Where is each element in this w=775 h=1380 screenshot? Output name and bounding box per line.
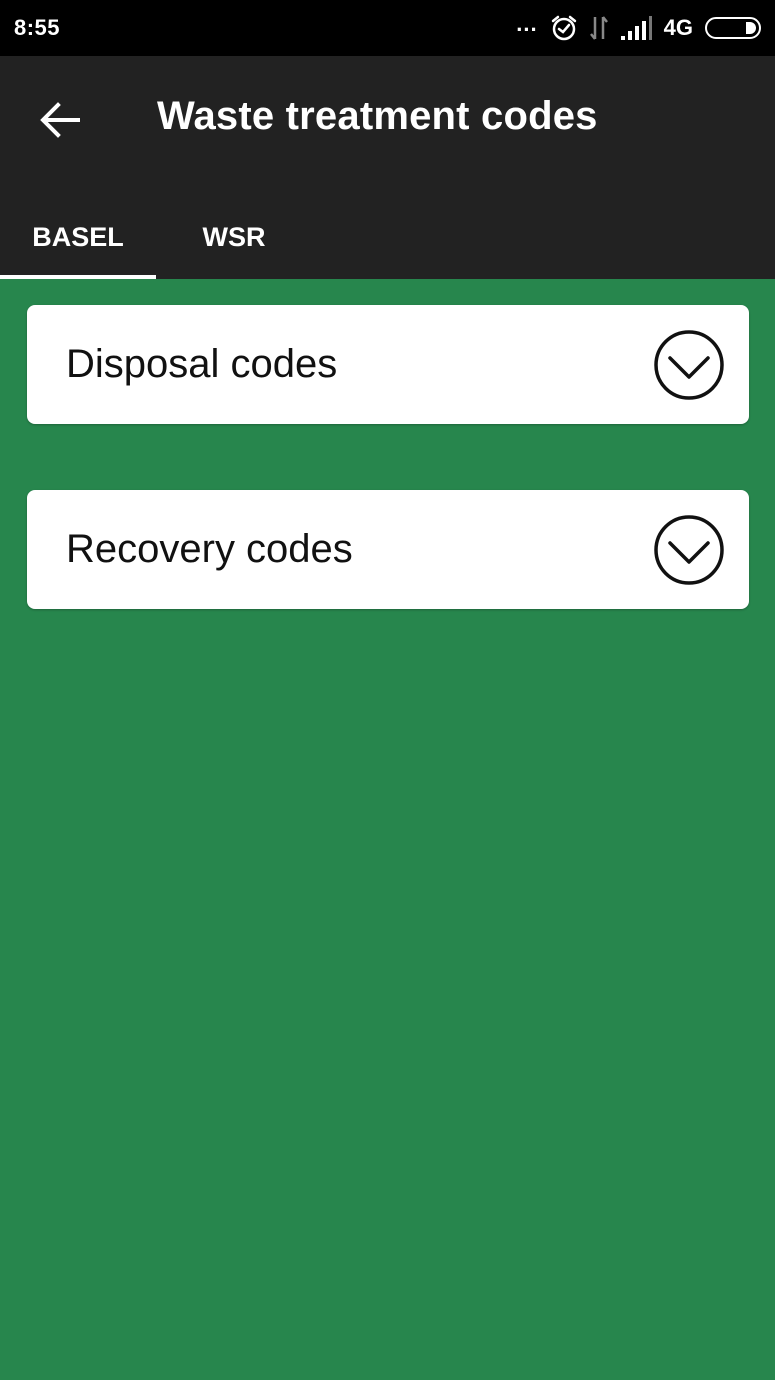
back-button[interactable] (36, 96, 84, 144)
status-time: 8:55 (14, 15, 61, 40)
arrow-left-icon (40, 102, 80, 138)
chevron-down-circle-icon[interactable] (653, 329, 725, 401)
recovery-codes-section[interactable]: Recovery codes (27, 490, 749, 609)
tab-basel-label: BASEL (32, 222, 124, 252)
tab-bar: BASEL WSR (0, 196, 775, 279)
chevron-down-circle-icon[interactable] (653, 514, 725, 586)
tab-wsr-label: WSR (202, 222, 266, 252)
page-title: Waste treatment codes (157, 94, 598, 138)
data-transfer-icon (589, 15, 608, 41)
tab-wsr[interactable]: WSR (156, 196, 312, 279)
signal-icon (620, 16, 652, 40)
more-notifications-indicator: ... (516, 11, 538, 36)
app-bar: Waste treatment codes BASEL WSR (0, 56, 775, 279)
status-bar: 8:55 ... 4G (0, 0, 775, 56)
section-label-disposal: Disposal codes (66, 342, 338, 386)
alarm-icon (550, 14, 578, 42)
disposal-codes-section[interactable]: Disposal codes (27, 305, 749, 424)
status-icons: ... 4G (516, 11, 761, 42)
selected-tab-indicator (0, 275, 156, 279)
tab-basel[interactable]: BASEL (0, 196, 156, 279)
network-type-label: 4G (663, 15, 693, 40)
battery-icon (705, 17, 761, 39)
section-label-recovery: Recovery codes (66, 527, 353, 571)
